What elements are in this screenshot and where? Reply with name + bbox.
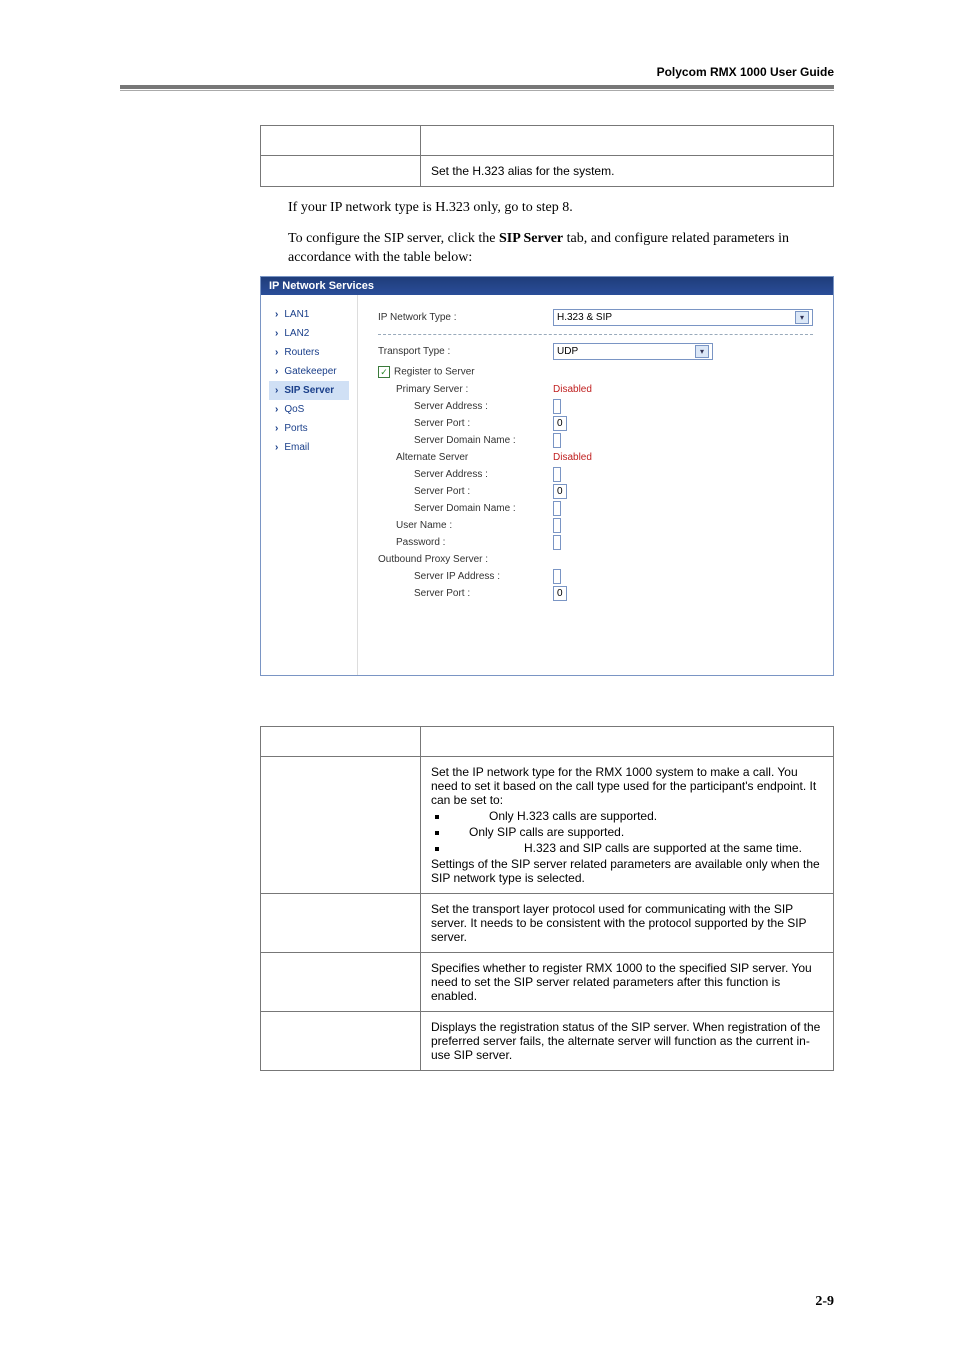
ip-network-services-dialog: IP Network Services › LAN1 › LAN2 › Routers… xyxy=(260,276,834,676)
server-port-label: Server Port : xyxy=(378,418,553,429)
dialog-title: IP Network Services xyxy=(261,277,833,295)
out-server-port-label: Server Port : xyxy=(378,588,553,599)
nav-pane: › LAN1 › LAN2 › Routers › Gatekeeper › SIP Se… xyxy=(261,295,358,675)
server-address-input[interactable] xyxy=(553,399,561,414)
paragraph-step8: If your IP network type is H.323 only, g… xyxy=(288,199,834,218)
header-rule xyxy=(120,85,834,91)
row1-outro: Settings of the SIP server related param… xyxy=(431,857,823,885)
bullet-h323: Only H.323 calls are supported. xyxy=(449,809,823,823)
chevron-right-icon: › xyxy=(275,309,278,320)
server-domain-input[interactable] xyxy=(553,433,561,448)
nav-email[interactable]: › Email xyxy=(269,438,349,457)
table1-header-desc xyxy=(421,126,834,156)
paragraph-sip-config: To configure the SIP server, click the S… xyxy=(288,230,834,268)
nav-routers[interactable]: › Routers xyxy=(269,343,349,362)
table2-row1-desc: Set the IP network type for the RMX 1000… xyxy=(421,756,834,893)
alt-server-address-input[interactable] xyxy=(553,467,561,482)
p2-part-a: To configure the SIP server, click the xyxy=(288,231,499,246)
table2-row2-desc: Set the transport layer protocol used fo… xyxy=(421,893,834,952)
register-checkbox[interactable]: ✓ xyxy=(378,366,390,378)
alt-server-address-label: Server Address : xyxy=(378,469,553,480)
sip-params-table: Set the IP network type for the RMX 1000… xyxy=(260,726,834,1071)
transport-type-select[interactable]: UDP ▾ xyxy=(553,343,713,360)
table1-header-param xyxy=(261,126,421,156)
server-ip-label: Server IP Address : xyxy=(378,571,553,582)
alternate-server-label: Alternate Server xyxy=(378,452,553,463)
chevron-down-icon: ▾ xyxy=(795,311,809,324)
ip-network-type-select[interactable]: H.323 & SIP ▾ xyxy=(553,309,813,326)
outbound-proxy-label: Outbound Proxy Server : xyxy=(378,554,553,565)
chevron-right-icon: › xyxy=(275,442,278,453)
register-label-text: Register to Server xyxy=(394,366,475,377)
ip-network-type-label: IP Network Type : xyxy=(378,312,553,323)
nav-lan1[interactable]: › LAN1 xyxy=(269,305,349,324)
chevron-right-icon: › xyxy=(275,404,278,415)
nav-gatekeeper[interactable]: › Gatekeeper xyxy=(269,362,349,381)
table2-row4-desc: Displays the registration status of the … xyxy=(421,1011,834,1070)
primary-server-status: Disabled xyxy=(553,384,813,395)
username-label: User Name : xyxy=(378,520,553,531)
alt-server-port-label: Server Port : xyxy=(378,486,553,497)
nav-label: SIP Server xyxy=(284,385,334,396)
bullet-both: H.323 and SIP calls are supported at the… xyxy=(449,841,823,855)
out-server-port-input[interactable]: 0 xyxy=(553,586,567,601)
username-input[interactable] xyxy=(553,518,561,533)
server-domain-label: Server Domain Name : xyxy=(378,435,553,446)
alt-server-domain-input[interactable] xyxy=(553,501,561,516)
divider xyxy=(378,334,813,335)
select-value: UDP xyxy=(557,346,578,357)
primary-server-label: Primary Server : xyxy=(378,384,553,395)
server-address-label: Server Address : xyxy=(378,401,553,412)
nav-ports[interactable]: › Ports xyxy=(269,419,349,438)
nav-label: Ports xyxy=(284,423,307,434)
table1-cell-param xyxy=(261,156,421,187)
chevron-right-icon: › xyxy=(275,347,278,358)
chevron-right-icon: › xyxy=(275,385,278,396)
nav-qos[interactable]: › QoS xyxy=(269,400,349,419)
table2-row1-param xyxy=(261,756,421,893)
nav-lan2[interactable]: › LAN2 xyxy=(269,324,349,343)
server-port-input[interactable]: 0 xyxy=(553,416,567,431)
nav-sip-server[interactable]: › SIP Server xyxy=(269,381,349,400)
chevron-right-icon: › xyxy=(275,366,278,377)
alias-table: Set the H.323 alias for the system. xyxy=(260,125,834,187)
password-input[interactable] xyxy=(553,535,561,550)
alt-server-domain-label: Server Domain Name : xyxy=(378,503,553,514)
chevron-right-icon: › xyxy=(275,328,278,339)
table2-row3-desc: Specifies whether to register RMX 1000 t… xyxy=(421,952,834,1011)
select-value: H.323 & SIP xyxy=(557,312,612,323)
table2-row2-param xyxy=(261,893,421,952)
server-ip-input[interactable] xyxy=(553,569,561,584)
alt-server-port-input[interactable]: 0 xyxy=(553,484,567,499)
page-number: 2-9 xyxy=(815,1294,834,1310)
nav-label: LAN2 xyxy=(284,328,309,339)
table2-row4-param xyxy=(261,1011,421,1070)
register-checkbox-label: ✓ Register to Server xyxy=(378,366,553,378)
table2-header-desc xyxy=(421,726,834,756)
table2-header-param xyxy=(261,726,421,756)
password-label: Password : xyxy=(378,537,553,548)
alternate-server-status: Disabled xyxy=(553,452,813,463)
row1-bullets: Only H.323 calls are supported. Only SIP… xyxy=(449,809,823,855)
nav-label: Routers xyxy=(284,347,319,358)
row1-intro: Set the IP network type for the RMX 1000… xyxy=(431,765,823,807)
bullet-sip: Only SIP calls are supported. xyxy=(449,825,823,839)
table1-cell-desc: Set the H.323 alias for the system. xyxy=(421,156,834,187)
transport-type-label: Transport Type : xyxy=(378,346,553,357)
chevron-right-icon: › xyxy=(275,423,278,434)
header-guide: Polycom RMX 1000 User Guide xyxy=(657,65,834,79)
nav-label: Gatekeeper xyxy=(284,366,336,377)
page-content: Set the H.323 alias for the system. If y… xyxy=(260,125,834,1071)
table2-row3-param xyxy=(261,952,421,1011)
nav-label: QoS xyxy=(284,404,304,415)
form-pane: IP Network Type : H.323 & SIP ▾ Transport… xyxy=(358,295,833,675)
chevron-down-icon: ▾ xyxy=(695,345,709,358)
p2-bold: SIP Server xyxy=(499,231,563,246)
nav-label: Email xyxy=(284,442,309,453)
nav-label: LAN1 xyxy=(284,309,309,320)
